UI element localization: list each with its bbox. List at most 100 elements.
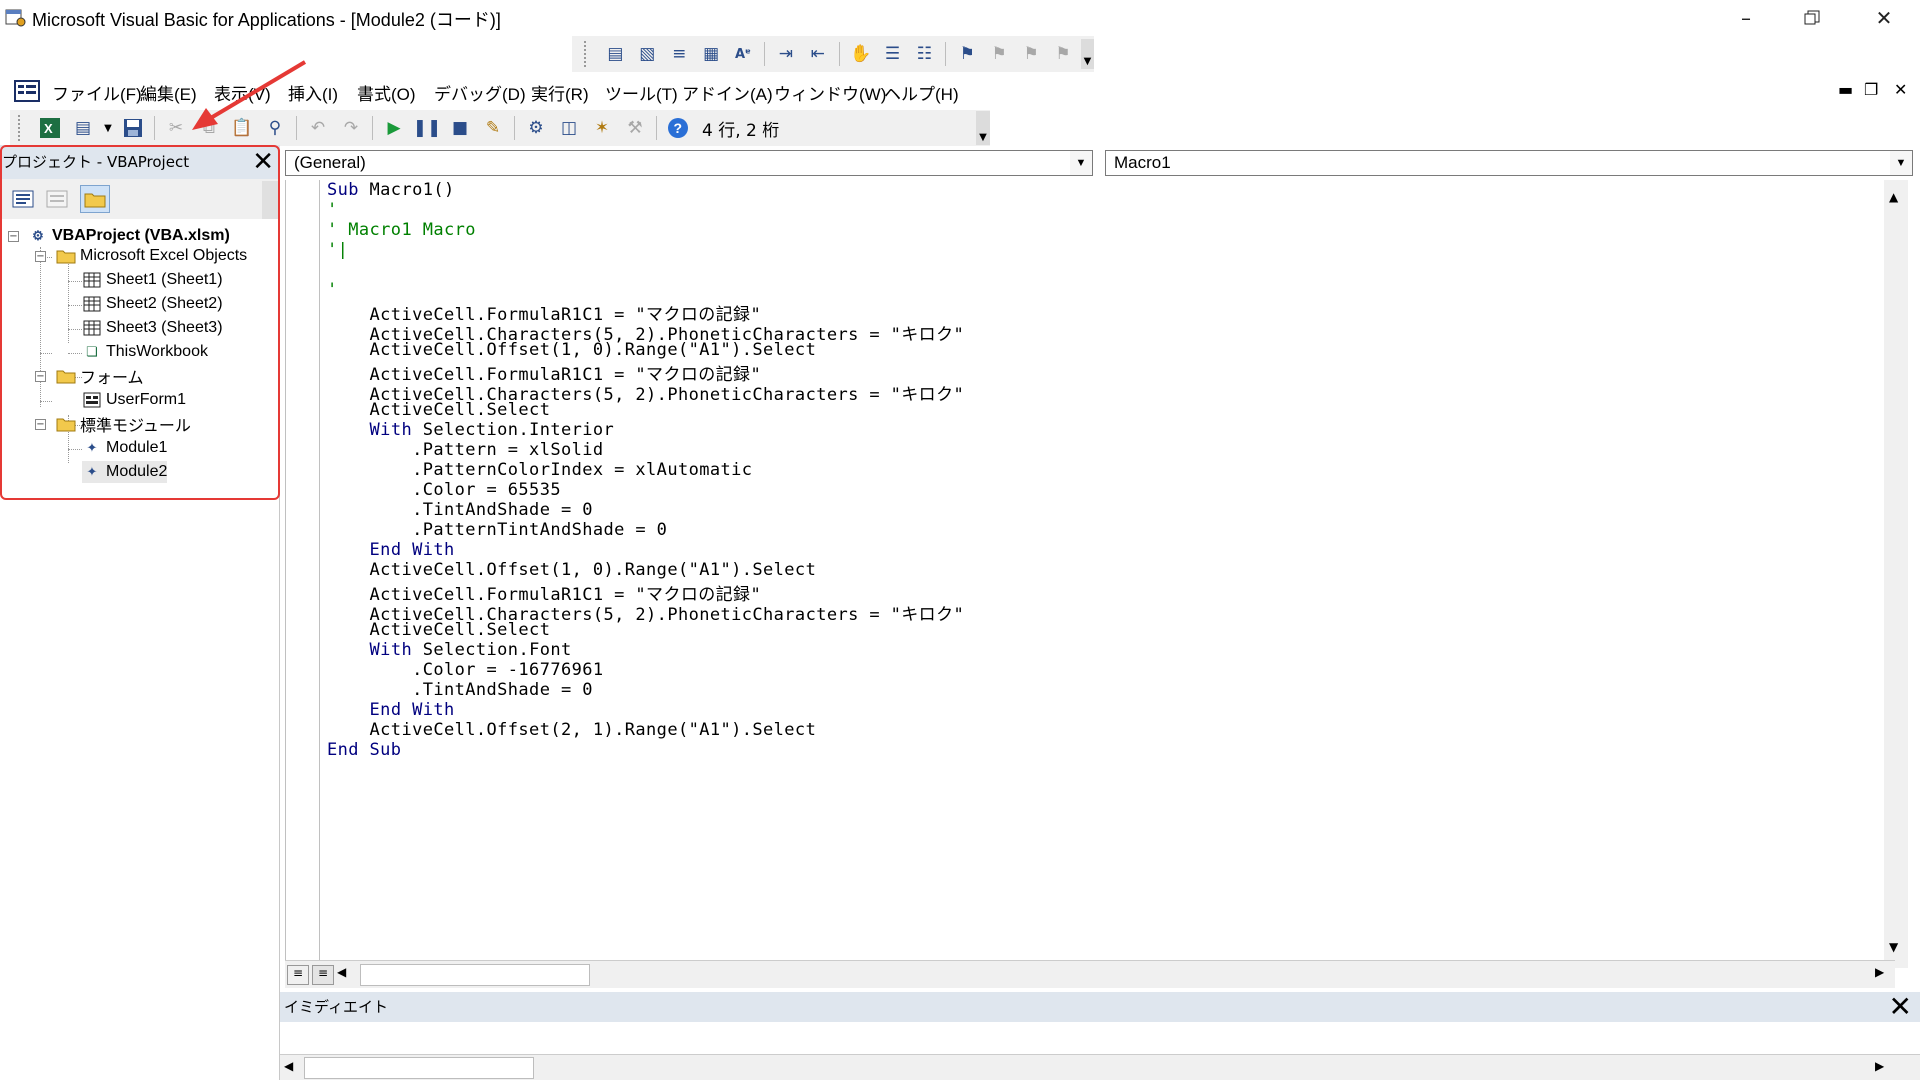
- tree-item-sheet3[interactable]: Sheet3 (Sheet3): [82, 317, 223, 339]
- tree-item-sheet2[interactable]: Sheet2 (Sheet2): [82, 293, 223, 315]
- code-line[interactable]: ActiveCell.Offset(1, 0).Range("A1").Sele…: [327, 340, 816, 360]
- close-button[interactable]: ✕: [1853, 0, 1915, 36]
- code-line[interactable]: ActiveCell.Characters(5, 2).PhoneticChar…: [327, 600, 964, 625]
- code-line[interactable]: ActiveCell.FormulaR1C1 = "マクロの記録": [327, 360, 761, 385]
- dropdown-chevron-icon[interactable]: ▼: [101, 114, 115, 142]
- restore-button[interactable]: [1781, 0, 1843, 36]
- run-icon[interactable]: ▶: [379, 114, 409, 142]
- menu-window[interactable]: ウィンドウ(W): [774, 80, 886, 105]
- code-line[interactable]: Sub Macro1(): [327, 180, 455, 200]
- toolbar-grip[interactable]: [18, 115, 28, 141]
- save-icon[interactable]: [118, 114, 148, 142]
- parameter-info-icon[interactable]: ▦: [697, 40, 725, 68]
- vertical-scrollbar[interactable]: ▲ ▼: [1884, 180, 1908, 968]
- clear-bookmarks-icon[interactable]: ⚑: [1049, 40, 1077, 68]
- indent-icon[interactable]: ⇥: [772, 40, 800, 68]
- code-line[interactable]: ': [327, 200, 338, 220]
- code-line[interactable]: .PatternTintAndShade = 0: [327, 520, 667, 540]
- horizontal-scroll-thumb[interactable]: [304, 1057, 534, 1079]
- menu-run[interactable]: 実行(R): [531, 80, 589, 105]
- toolbar-options-icon[interactable]: ▼: [1080, 39, 1094, 69]
- code-line[interactable]: ActiveCell.Select: [327, 620, 550, 640]
- break-icon[interactable]: ❚❚: [412, 114, 442, 142]
- insert-userform-icon[interactable]: ▤: [68, 114, 98, 142]
- code-line[interactable]: With Selection.Interior: [327, 420, 614, 440]
- code-line[interactable]: ActiveCell.FormulaR1C1 = "マクロの記録": [327, 580, 761, 605]
- collapse-toggle[interactable]: −: [35, 251, 46, 262]
- redo-icon[interactable]: ↷: [336, 114, 366, 142]
- tree-item-module1[interactable]: ✦ Module1: [82, 437, 168, 459]
- code-line[interactable]: End Sub: [327, 740, 401, 760]
- immediate-input[interactable]: [280, 1022, 1920, 1054]
- code-line[interactable]: With Selection.Font: [327, 640, 572, 660]
- scroll-right-icon[interactable]: ▶: [1875, 965, 1895, 985]
- view-excel-icon[interactable]: X: [35, 114, 65, 142]
- tree-project-root[interactable]: ⚙ VBAProject (VBA.xlsm): [28, 225, 230, 247]
- tree-folder-forms[interactable]: フォーム: [56, 365, 144, 387]
- complete-word-icon[interactable]: Aᵄ: [729, 40, 757, 68]
- design-mode-icon[interactable]: ✎: [478, 114, 508, 142]
- menu-help[interactable]: ヘルプ(H): [884, 80, 959, 105]
- mdi-restore-icon[interactable]: ❐: [1864, 80, 1878, 99]
- scroll-left-icon[interactable]: ◀: [284, 1059, 293, 1073]
- code-line[interactable]: '|: [327, 240, 348, 260]
- tree-folder-modules[interactable]: 標準モジュール: [56, 413, 191, 435]
- view-code-icon[interactable]: [8, 185, 38, 213]
- collapse-toggle[interactable]: −: [8, 231, 19, 242]
- toolbar-options-icon[interactable]: ▼: [976, 111, 990, 145]
- toggle-bookmark-icon[interactable]: ⚑: [953, 40, 981, 68]
- code-line[interactable]: ': [327, 280, 338, 300]
- scroll-left-icon[interactable]: ◀: [337, 965, 357, 985]
- code-line[interactable]: ActiveCell.Offset(1, 0).Range("A1").Sele…: [327, 560, 816, 580]
- chevron-down-icon[interactable]: ▼: [1890, 151, 1912, 175]
- reset-icon[interactable]: ■: [445, 114, 475, 142]
- scroll-down-icon[interactable]: ▼: [1889, 940, 1898, 954]
- toggle-folders-icon[interactable]: [80, 185, 110, 213]
- scroll-right-icon[interactable]: ▶: [1875, 1059, 1884, 1073]
- object-browser-icon[interactable]: ✶: [587, 114, 617, 142]
- menu-addins[interactable]: アドイン(A): [682, 80, 773, 105]
- code-line[interactable]: .TintAndShade = 0: [327, 500, 593, 520]
- code-line[interactable]: ActiveCell.Characters(5, 2).PhoneticChar…: [327, 320, 964, 345]
- menu-debug[interactable]: デバッグ(D): [434, 80, 526, 105]
- full-module-view-icon[interactable]: ≡: [312, 965, 334, 985]
- horizontal-scroll-thumb[interactable]: [360, 964, 590, 986]
- immediate-hscrollbar[interactable]: ◀ ▶: [280, 1054, 1920, 1080]
- toggle-breakpoint-icon[interactable]: ✋: [847, 40, 875, 68]
- code-margin[interactable]: [285, 180, 320, 966]
- uncomment-block-icon[interactable]: ☷: [910, 40, 938, 68]
- list-properties-icon[interactable]: ▤: [601, 40, 629, 68]
- toolbox-icon[interactable]: ⚒: [620, 114, 650, 142]
- code-line[interactable]: ActiveCell.Select: [327, 400, 550, 420]
- code-line[interactable]: ' Macro1 Macro: [327, 220, 476, 240]
- code-line[interactable]: ActiveCell.Offset(2, 1).Range("A1").Sele…: [327, 720, 816, 740]
- collapse-toggle[interactable]: −: [35, 371, 46, 382]
- code-line[interactable]: .Color = -16776961: [327, 660, 604, 680]
- chevron-down-icon[interactable]: ▼: [1070, 151, 1092, 175]
- object-combo[interactable]: (General) ▼: [285, 150, 1093, 176]
- menu-file[interactable]: ファイル(F): [52, 80, 142, 105]
- tree-item-module2[interactable]: ✦ Module2: [82, 461, 168, 483]
- scroll-up-icon[interactable]: ▲: [1889, 190, 1898, 204]
- scroll-arrow-down-icon[interactable]: [262, 181, 278, 219]
- view-object-icon[interactable]: [42, 185, 72, 213]
- tree-item-sheet1[interactable]: Sheet1 (Sheet1): [82, 269, 223, 291]
- code-line[interactable]: .PatternColorIndex = xlAutomatic: [327, 460, 752, 480]
- toolbar-grip[interactable]: [584, 41, 593, 67]
- procedure-combo[interactable]: Macro1 ▼: [1105, 150, 1913, 176]
- code-line[interactable]: End With: [327, 540, 455, 560]
- previous-bookmark-icon[interactable]: ⚑: [1017, 40, 1045, 68]
- menu-tools[interactable]: ツール(T): [605, 80, 678, 105]
- mdi-minimize-icon[interactable]: ▬: [1838, 80, 1853, 99]
- code-line[interactable]: ActiveCell.Characters(5, 2).PhoneticChar…: [327, 380, 964, 405]
- collapse-toggle[interactable]: −: [35, 419, 46, 430]
- list-constants-icon[interactable]: ▧: [633, 40, 661, 68]
- properties-window-icon[interactable]: ◫: [554, 114, 584, 142]
- code-editor[interactable]: Sub Macro1() ' ' Macro1 Macro '| ' ActiveCel…: [327, 180, 1920, 966]
- menu-format[interactable]: 書式(O): [357, 80, 416, 105]
- tree-folder-excel-objects[interactable]: Microsoft Excel Objects: [56, 245, 247, 267]
- code-line[interactable]: .Pattern = xlSolid: [327, 440, 604, 460]
- procedure-view-icon[interactable]: ≡: [287, 965, 309, 985]
- next-bookmark-icon[interactable]: ⚑: [985, 40, 1013, 68]
- quick-info-icon[interactable]: ≡: [665, 40, 693, 68]
